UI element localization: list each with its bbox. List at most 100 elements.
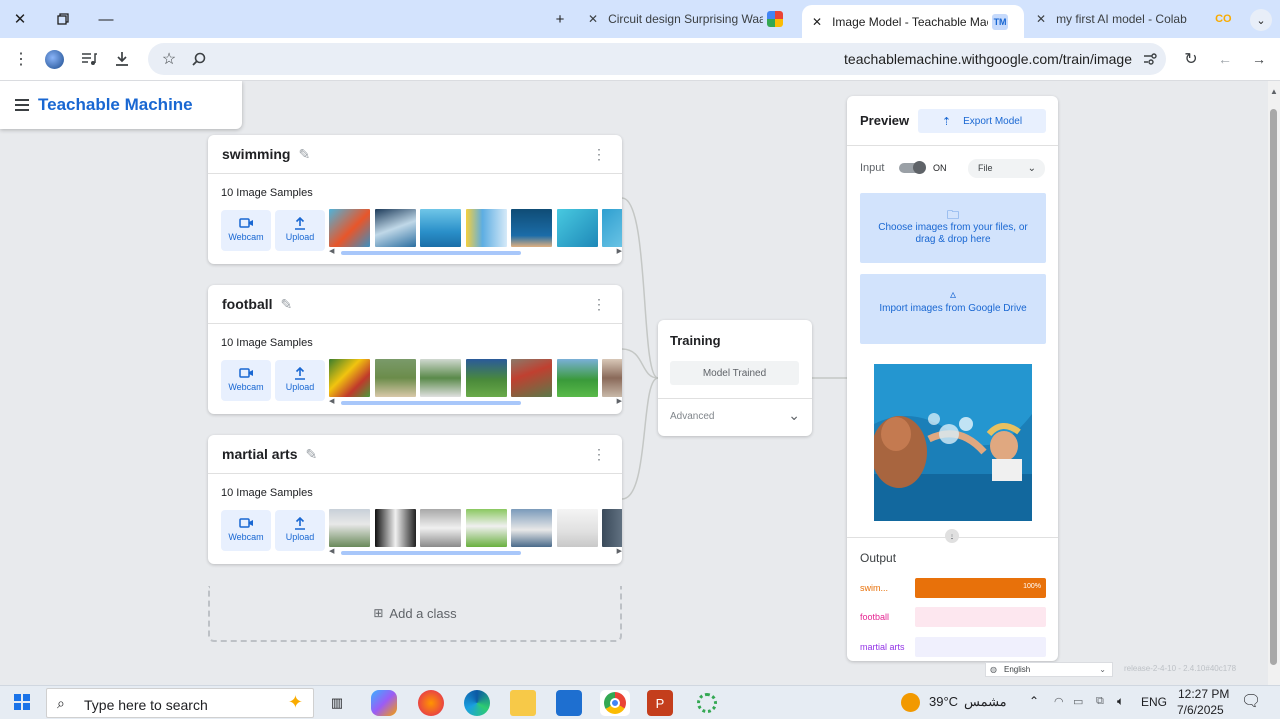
thumbnail-scrollbar[interactable]: ◀ ▶ — [329, 548, 622, 555]
microsoft-store-icon[interactable] — [556, 690, 582, 716]
new-tab-icon[interactable]: + — [549, 8, 571, 30]
sample-thumbnail[interactable] — [465, 209, 507, 247]
edit-pencil-icon[interactable]: ✎ — [281, 296, 293, 313]
restore-window-icon[interactable] — [52, 8, 74, 30]
clock-time[interactable]: 12:27 PM — [1178, 687, 1229, 701]
loading-ring-icon[interactable] — [694, 690, 720, 716]
weather-description[interactable]: مشمس — [964, 694, 1007, 710]
sample-thumbnail[interactable] — [511, 509, 552, 547]
powerpoint-icon[interactable]: P — [647, 690, 673, 716]
url-text[interactable]: teachablemachine.withgoogle.com/train/im… — [844, 51, 1132, 67]
windows-start-icon[interactable] — [14, 694, 30, 710]
close-window-icon[interactable]: ✕ — [9, 8, 31, 30]
network-icon[interactable]: ⧉ — [1096, 695, 1104, 708]
speaker-icon[interactable]: 🔈︎ — [1117, 694, 1124, 709]
more-options-icon[interactable]: ⋮ — [592, 297, 606, 311]
advanced-toggle[interactable]: Advanced ⌄ — [658, 398, 812, 436]
wifi-icon[interactable]: ◠ — [1054, 695, 1064, 708]
close-tab-icon[interactable]: ✕ — [812, 15, 822, 29]
firefox-icon[interactable] — [418, 690, 444, 716]
sample-thumbnail[interactable] — [556, 359, 598, 397]
file-explorer-icon[interactable] — [510, 690, 536, 716]
notifications-icon[interactable]: 🗨︎ — [1241, 691, 1261, 711]
confidence-percent: 100% — [1023, 583, 1041, 590]
sample-thumbnail[interactable] — [556, 509, 598, 547]
class-name[interactable]: swimming — [222, 146, 290, 162]
address-bar[interactable]: ☆ teachablemachine.withgoogle.com/train/… — [148, 43, 1166, 75]
sample-thumbnail[interactable] — [420, 359, 461, 397]
sample-thumbnail[interactable] — [465, 359, 507, 397]
downloads-icon[interactable] — [111, 48, 133, 70]
export-model-button[interactable]: ⇡ Export Model — [918, 109, 1046, 133]
sample-thumbnail[interactable] — [602, 209, 622, 247]
webcam-button[interactable]: Webcam — [221, 210, 271, 251]
more-options-icon[interactable]: ⋮ — [592, 147, 606, 161]
sample-thumbnail[interactable] — [511, 209, 552, 247]
edit-pencil-icon[interactable]: ✎ — [298, 146, 310, 163]
tray-overflow-chevron-icon[interactable]: ⌃ — [1029, 694, 1039, 708]
menu-dots-icon[interactable]: ⋮ — [10, 48, 32, 70]
sample-thumbnail[interactable] — [602, 509, 622, 547]
sample-thumbnail[interactable] — [329, 209, 370, 247]
reload-icon[interactable]: ↻ — [1180, 48, 1202, 70]
input-toggle[interactable] — [899, 161, 926, 174]
sample-thumbnail[interactable] — [374, 209, 416, 247]
add-class-button[interactable]: ⊞ Add a class — [208, 586, 622, 642]
battery-icon[interactable]: ▭ — [1073, 695, 1083, 708]
webcam-button[interactable]: Webcam — [221, 510, 271, 551]
sample-thumbnail[interactable] — [329, 359, 370, 397]
upload-button[interactable]: Upload — [275, 510, 325, 551]
media-controls-icon[interactable] — [78, 48, 100, 70]
tab-search-chevron-icon[interactable]: ⌄ — [1250, 9, 1272, 31]
thumbnail-scrollbar[interactable]: ◀ ▶ — [329, 248, 622, 255]
taskbar-search[interactable]: ⌕ Type here to search ✦ — [46, 688, 314, 718]
sample-thumbnail[interactable] — [420, 509, 461, 547]
training-title: Training — [670, 333, 721, 348]
edge-icon[interactable] — [464, 690, 490, 716]
tab-colab[interactable]: ✕ my first AI model - Colab CO — [1026, 0, 1244, 38]
google-drive-icon: ▵ — [949, 287, 957, 301]
language-select[interactable]: ◍ English ⌄ — [985, 662, 1113, 677]
arrow-down-icon: ↓ — [945, 529, 959, 543]
webcam-button[interactable]: Webcam — [221, 360, 271, 401]
task-view-icon[interactable]: ▥ — [324, 690, 350, 716]
train-model-button[interactable]: Model Trained — [670, 361, 799, 385]
sample-thumbnail[interactable] — [511, 359, 552, 397]
chrome-icon[interactable] — [600, 690, 630, 716]
sample-thumbnail[interactable] — [556, 209, 598, 247]
sample-thumbnail[interactable] — [465, 509, 507, 547]
page-scrollbar[interactable]: ▲ — [1268, 81, 1280, 685]
weather-temp[interactable]: 39°C — [929, 694, 958, 709]
zoom-icon[interactable] — [188, 48, 210, 70]
input-source-select[interactable]: File ⌄ — [968, 159, 1045, 178]
sample-thumbnail[interactable] — [374, 359, 416, 397]
edit-pencil-icon[interactable]: ✎ — [305, 446, 317, 463]
upload-button[interactable]: Upload — [275, 360, 325, 401]
sample-thumbnail[interactable] — [602, 359, 622, 397]
sample-thumbnail[interactable] — [374, 509, 416, 547]
more-options-icon[interactable]: ⋮ — [592, 447, 606, 461]
close-tab-icon[interactable]: ✕ — [1036, 12, 1046, 26]
choose-files-dropzone[interactable]: 🗀 Choose images from your files, or drag… — [860, 193, 1046, 263]
back-icon[interactable]: ← — [1214, 48, 1236, 70]
site-settings-icon[interactable] — [1139, 48, 1161, 70]
class-name[interactable]: martial arts — [222, 446, 297, 462]
copilot-app-icon[interactable] — [371, 690, 397, 716]
clock-date[interactable]: 7/6/2025 — [1177, 703, 1224, 717]
forward-icon[interactable]: → — [1248, 48, 1270, 70]
tab-circuit-design[interactable]: ✕ Circuit design Surprising Waasa — [578, 0, 800, 38]
bookmark-star-icon[interactable]: ☆ — [158, 48, 180, 70]
minimize-window-icon[interactable]: — — [95, 8, 117, 30]
tab-image-model[interactable]: ✕ Image Model - Teachable Mach TM — [802, 5, 1024, 38]
upload-button[interactable]: Upload — [275, 210, 325, 251]
folder-icon: 🗀 — [946, 208, 959, 222]
class-name[interactable]: football — [222, 296, 273, 312]
google-drive-import-button[interactable]: ▵ Import images from Google Drive — [860, 274, 1046, 344]
keyboard-language[interactable]: ENG — [1141, 695, 1167, 709]
close-tab-icon[interactable]: ✕ — [588, 12, 598, 26]
sample-thumbnail[interactable] — [420, 209, 461, 247]
page-content: Teachable Machine swimming ✎ ⋮ 10 Image … — [0, 81, 1268, 685]
sample-thumbnail[interactable] — [329, 509, 370, 547]
profile-avatar[interactable] — [43, 48, 65, 70]
thumbnail-scrollbar[interactable]: ◀ ▶ — [329, 398, 622, 405]
